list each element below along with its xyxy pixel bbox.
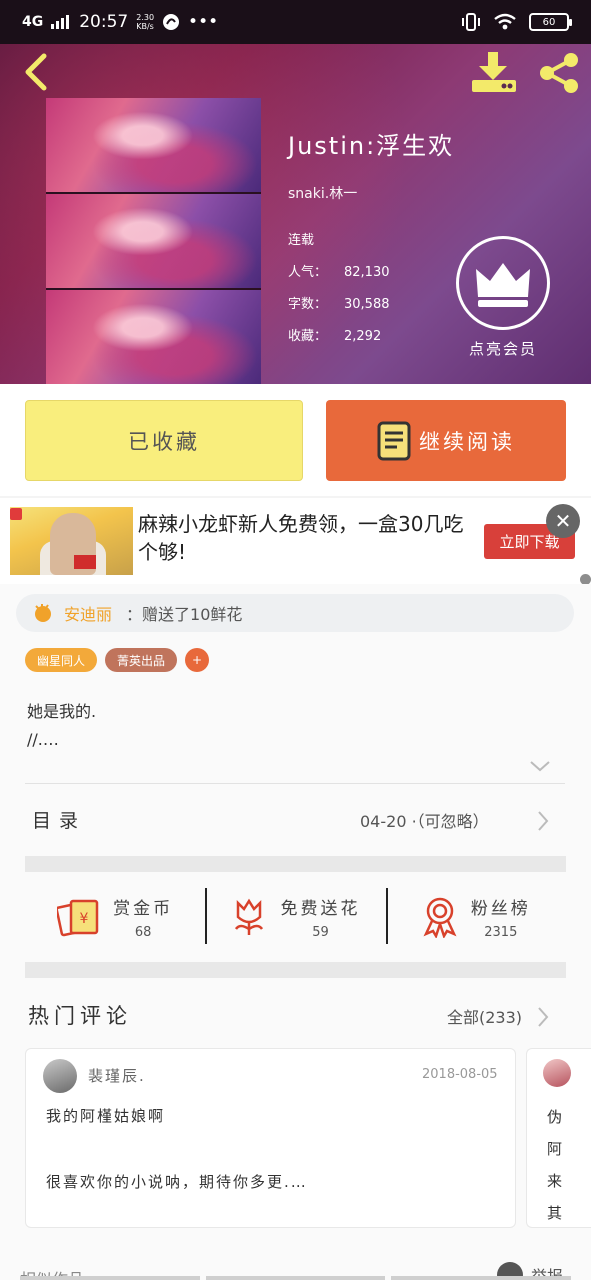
reward-coins-button[interactable]: ¥ 赏金币 68 xyxy=(25,872,205,962)
comment-text: 我的阿槿姑娘啊 xyxy=(46,1107,166,1125)
close-icon: ✕ xyxy=(554,509,572,533)
more-notifications-icon: ••• xyxy=(188,12,219,32)
battery-indicator: 60 xyxy=(529,13,572,31)
share-icon xyxy=(540,53,578,93)
favorites-row: 收藏： 2,292 xyxy=(288,329,382,344)
comment-card[interactable]: 裴瑾辰. 2018-08-05 我的阿槿姑娘啊 很喜欢你的小说呐，期待你多更.… xyxy=(25,1048,516,1228)
gift-text: ：赠送了10鲜花 xyxy=(126,605,243,624)
book-meta: 连载 人气： 82,130 字数： 30,588 收藏： 2,292 xyxy=(288,225,454,353)
stat-label: 免费送花 xyxy=(280,899,361,919)
continue-reading-button[interactable]: 继续阅读 xyxy=(326,400,566,481)
section-separator xyxy=(25,962,566,978)
chevron-down-icon xyxy=(530,761,550,772)
serial-status: 连载 xyxy=(288,233,315,248)
chevron-right-icon[interactable] xyxy=(536,1006,550,1028)
ad-text[interactable]: 麻辣小龙虾新人免费领，一盒30几吃个够! xyxy=(138,510,468,566)
book-info: Justin:浮生欢 snaki.林一 连载 人气： 82,130 字数： 30,5… xyxy=(288,126,454,353)
vibrate-icon xyxy=(462,13,480,31)
status-bar: 4G 20:57 2.30 KB/s ••• 60 xyxy=(0,0,591,44)
avatar[interactable] xyxy=(43,1059,77,1093)
similar-works-strip xyxy=(20,1276,572,1280)
comment-text: 很喜欢你的小说呐，期待你多更.… xyxy=(46,1173,308,1191)
comment-date: 2018-08-05 xyxy=(422,1067,498,1082)
back-button[interactable] xyxy=(18,50,58,94)
vip-button[interactable] xyxy=(456,236,550,330)
ribbon-medal-icon xyxy=(423,897,457,938)
reader-stats: ¥ 赏金币 68 免费送花 59 粉丝榜 2315 xyxy=(25,872,566,962)
fan-ranking-button[interactable]: 粉丝榜 2315 xyxy=(385,872,566,962)
comment-text: 伪阿来其 xyxy=(547,1108,563,1222)
tag-item[interactable]: 菁英出品 xyxy=(105,648,178,672)
hot-comments-header: 热门评论 全部(233) xyxy=(0,992,591,1042)
stat-label: 粉丝榜 xyxy=(470,899,531,919)
book-cover xyxy=(46,98,261,384)
cover-image-panel xyxy=(46,194,261,288)
network-indicator: 4G xyxy=(22,14,44,30)
vip-label[interactable]: 点亮会员 xyxy=(450,338,556,359)
crown-icon xyxy=(476,263,530,307)
gift-user-name[interactable]: 安迪丽 xyxy=(64,601,112,625)
book-author: snaki.林一 xyxy=(288,186,358,202)
all-comments-link[interactable]: 全部(233) xyxy=(447,1004,522,1028)
toc-title: 目录 xyxy=(32,810,87,832)
book-title: Justin:浮生欢 xyxy=(288,132,455,160)
signal-icon xyxy=(51,15,70,29)
svg-text:¥: ¥ xyxy=(80,911,89,927)
book-detail-content: 安迪丽 ：赠送了10鲜花 幽星同人 菁英出品 + 她是我的. //.… 目录 0… xyxy=(0,584,591,1280)
expand-summary-button[interactable] xyxy=(528,758,552,774)
stat-count: 59 xyxy=(312,925,329,940)
avatar[interactable] xyxy=(543,1059,571,1087)
clock: 20:57 xyxy=(79,12,129,32)
section-separator xyxy=(25,856,566,872)
cover-image-panel xyxy=(46,290,261,384)
app-notification-icon xyxy=(163,14,180,30)
chevron-right-icon xyxy=(538,811,549,831)
book-summary: 她是我的. //.… xyxy=(27,702,97,749)
flower-icon xyxy=(235,898,264,935)
download-button[interactable] xyxy=(470,50,518,96)
table-of-contents-row[interactable]: 目录 04-20 ·（可忽略） xyxy=(0,784,591,852)
action-bar: 已收藏 继续阅读 xyxy=(0,384,591,496)
tag-list: 幽星同人 菁英出品 + xyxy=(25,648,210,672)
collected-button[interactable]: 已收藏 xyxy=(25,400,303,481)
book-icon xyxy=(377,421,411,460)
ad-badge-icon xyxy=(10,508,22,520)
popularity-row: 人气： 82,130 xyxy=(288,265,390,280)
stat-count: 2315 xyxy=(484,925,518,940)
book-hero: 4G 20:57 2.30 KB/s ••• 60 Justin:浮生欢 sna… xyxy=(0,0,591,384)
word-count-row: 字数： 30,588 xyxy=(288,297,390,312)
stat-label: 赏金币 xyxy=(113,899,174,919)
share-button[interactable] xyxy=(536,50,582,96)
gift-notification[interactable]: 安迪丽 ：赠送了10鲜花 xyxy=(16,594,574,632)
clap-icon xyxy=(35,604,51,622)
continue-reading-label: 继续阅读 xyxy=(419,429,515,454)
coin-envelope-icon: ¥ xyxy=(57,899,99,937)
comment-author: 裴瑾辰. xyxy=(88,1067,146,1085)
ad-close-button[interactable]: ✕ xyxy=(546,504,580,538)
comment-card[interactable]: 伪阿来其 xyxy=(526,1048,591,1228)
chevron-left-icon xyxy=(25,53,47,91)
download-icon xyxy=(472,52,516,92)
tag-item[interactable]: 幽星同人 xyxy=(25,648,98,672)
cover-image-panel xyxy=(46,98,261,192)
send-flower-button[interactable]: 免费送花 59 xyxy=(205,872,385,962)
network-speed: 2.30 KB/s xyxy=(136,13,155,31)
add-tag-button[interactable]: + xyxy=(185,648,210,672)
stat-count: 68 xyxy=(134,925,152,940)
ad-image[interactable] xyxy=(10,507,133,575)
wifi-icon xyxy=(494,13,516,30)
latest-chapter: 04-20 ·（可忽略） xyxy=(360,812,489,831)
comments-title: 热门评论 xyxy=(28,1004,132,1028)
